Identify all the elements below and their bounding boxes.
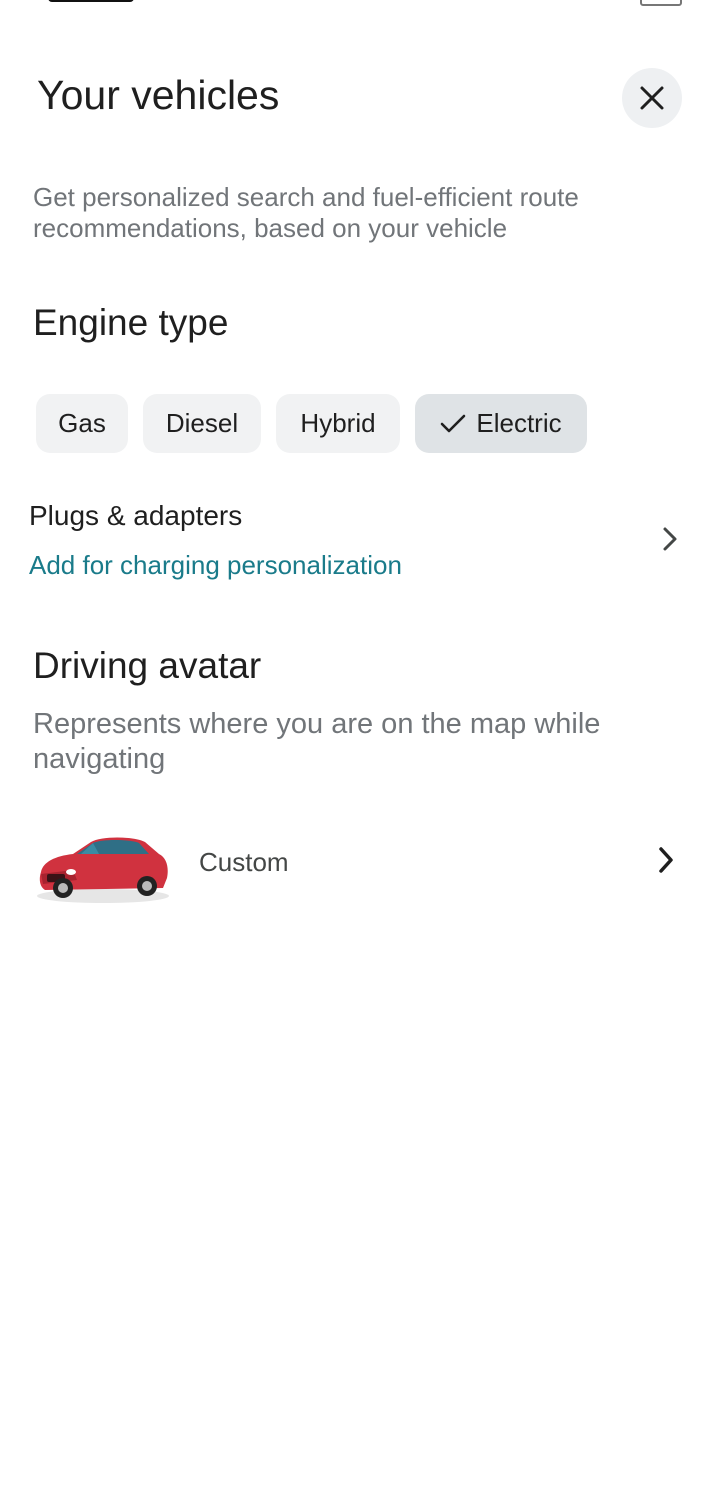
plugs-adapters-label: Plugs & adapters bbox=[29, 500, 243, 531]
close-icon bbox=[640, 86, 664, 110]
close-button[interactable] bbox=[622, 68, 682, 128]
chevron-right-icon bbox=[659, 847, 673, 873]
charging-personalization-link[interactable]: Add for charging personalization bbox=[29, 550, 402, 581]
avatar-option-row[interactable]: Custom bbox=[0, 810, 718, 920]
chip-electric[interactable]: Electric bbox=[415, 394, 587, 453]
engine-type-chips: Gas Diesel Hybrid Electric bbox=[36, 394, 587, 454]
chip-diesel[interactable]: Diesel bbox=[143, 394, 261, 453]
engine-type-heading: Engine type bbox=[33, 302, 229, 343]
chevron-right-icon bbox=[663, 527, 677, 551]
chip-label: Electric bbox=[476, 408, 562, 438]
driving-avatar-description: Represents where you are on the map whil… bbox=[33, 708, 601, 775]
chip-gas[interactable]: Gas bbox=[36, 394, 128, 453]
page-title: Your vehicles bbox=[37, 72, 280, 118]
check-icon bbox=[440, 413, 466, 435]
chip-hybrid[interactable]: Hybrid bbox=[276, 394, 400, 453]
chip-label: Hybrid bbox=[300, 408, 376, 438]
red-car-icon bbox=[37, 837, 169, 903]
battery-icon bbox=[640, 0, 682, 6]
chip-label: Gas bbox=[58, 408, 106, 438]
page-subtitle: Get personalized search and fuel-efficie… bbox=[33, 182, 579, 243]
driving-avatar-heading: Driving avatar bbox=[33, 645, 262, 686]
status-time-fragment bbox=[48, 0, 134, 2]
avatar-option-label: Custom bbox=[199, 847, 289, 877]
chip-label: Diesel bbox=[165, 408, 239, 438]
status-bar bbox=[0, 0, 718, 8]
plugs-adapters-row[interactable]: Plugs & adapters Add for charging person… bbox=[0, 495, 718, 590]
